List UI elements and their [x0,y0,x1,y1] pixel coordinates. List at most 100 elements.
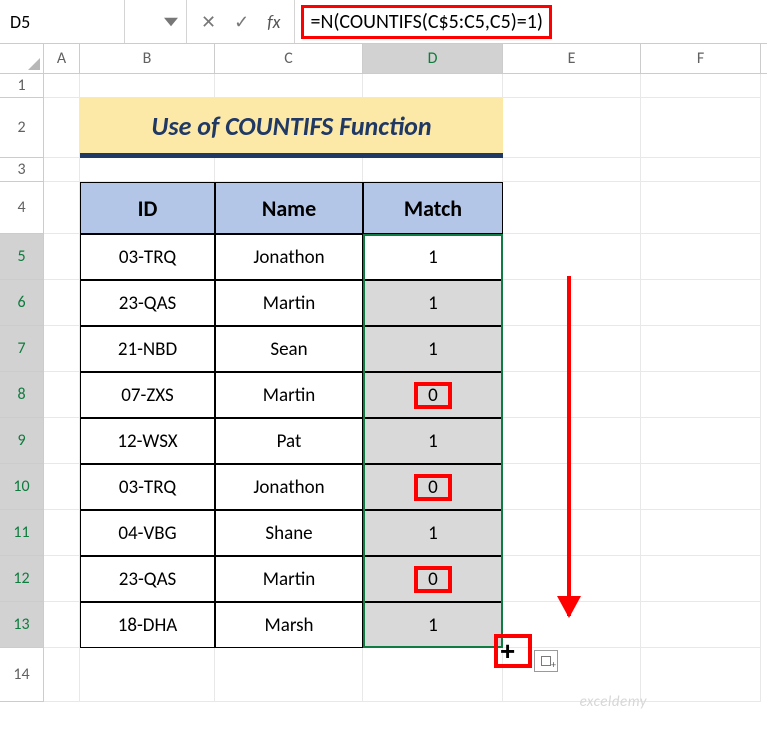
cell-F12[interactable] [641,556,761,602]
insert-function-button[interactable]: fx [267,11,280,33]
header-id[interactable]: ID [80,182,215,234]
cell-F7[interactable] [641,326,761,372]
cell-A5[interactable] [44,234,80,280]
cell-B3[interactable] [80,158,215,182]
cell-F6[interactable] [641,280,761,326]
cell-D12[interactable]: 0 [363,556,503,602]
cancel-formula-button[interactable]: ✕ [201,11,216,33]
cell-C3[interactable] [215,158,363,182]
cell-D10[interactable]: 0 [363,464,503,510]
row-header-11[interactable]: 11 [0,510,44,556]
cell-D11[interactable]: 1 [363,510,503,556]
col-header-D[interactable]: D [363,44,503,73]
cell-B7[interactable]: 21-NBD [80,326,215,372]
cell-F4[interactable] [641,182,761,234]
cell-A3[interactable] [44,158,80,182]
cell-B11[interactable]: 04-VBG [80,510,215,556]
cell-B5[interactable]: 03-TRQ [80,234,215,280]
cell-A12[interactable] [44,556,80,602]
header-match[interactable]: Match [363,182,503,234]
cell-F10[interactable] [641,464,761,510]
cell-D13[interactable]: 1 [363,602,503,648]
cell-E2[interactable] [503,98,641,158]
cell-A4[interactable] [44,182,80,234]
name-box-dropdown[interactable] [125,0,187,43]
cell-A13[interactable] [44,602,80,648]
cell-B14[interactable] [80,648,215,702]
cell-C13[interactable]: Marsh [215,602,363,648]
cell-E11[interactable] [503,510,641,556]
cell-C10[interactable]: Jonathon [215,464,363,510]
row-header-7[interactable]: 7 [0,326,44,372]
col-header-E[interactable]: E [503,44,641,73]
row-header-12[interactable]: 12 [0,556,44,602]
cell-A14[interactable] [44,648,80,702]
cell-F1[interactable] [641,74,761,98]
row-header-4[interactable]: 4 [0,182,44,234]
cell-A9[interactable] [44,418,80,464]
row-header-3[interactable]: 3 [0,158,44,182]
cell-D3[interactable] [363,158,503,182]
cell-B8[interactable]: 07-ZXS [80,372,215,418]
cell-A2[interactable] [44,98,80,158]
row-header-9[interactable]: 9 [0,418,44,464]
autofill-options-button[interactable]: + [534,650,558,672]
cell-F11[interactable] [641,510,761,556]
cell-B1[interactable] [80,74,215,98]
cell-F14[interactable] [641,648,761,702]
cell-B12[interactable]: 23-QAS [80,556,215,602]
cell-C7[interactable]: Sean [215,326,363,372]
cell-E10[interactable] [503,464,641,510]
col-header-C[interactable]: C [215,44,363,73]
cell-F3[interactable] [641,158,761,182]
cell-B10[interactable]: 03-TRQ [80,464,215,510]
cell-D7[interactable]: 1 [363,326,503,372]
cell-C1[interactable] [215,74,363,98]
col-header-B[interactable]: B [80,44,215,73]
cell-A10[interactable] [44,464,80,510]
accept-formula-button[interactable]: ✓ [234,11,249,33]
cell-A1[interactable] [44,74,80,98]
cell-E5[interactable] [503,234,641,280]
cell-C12[interactable]: Martin [215,556,363,602]
cell-C9[interactable]: Pat [215,418,363,464]
cell-E9[interactable] [503,418,641,464]
cell-F8[interactable] [641,372,761,418]
cell-C8[interactable]: Martin [215,372,363,418]
cell-A11[interactable] [44,510,80,556]
cell-D14[interactable] [363,648,503,702]
row-header-1[interactable]: 1 [0,74,44,98]
cell-C11[interactable]: Shane [215,510,363,556]
cell-D8[interactable]: 0 [363,372,503,418]
cell-E8[interactable] [503,372,641,418]
select-all-corner[interactable] [0,44,44,73]
cell-C6[interactable]: Martin [215,280,363,326]
cell-C5[interactable]: Jonathon [215,234,363,280]
cell-F9[interactable] [641,418,761,464]
cell-D9[interactable]: 1 [363,418,503,464]
cell-E3[interactable] [503,158,641,182]
row-header-10[interactable]: 10 [0,464,44,510]
cell-B9[interactable]: 12-WSX [80,418,215,464]
cell-E4[interactable] [503,182,641,234]
row-header-13[interactable]: 13 [0,602,44,648]
cell-E6[interactable] [503,280,641,326]
cell-A8[interactable] [44,372,80,418]
cell-B13[interactable]: 18-DHA [80,602,215,648]
cell-E1[interactable] [503,74,641,98]
cell-D1[interactable] [363,74,503,98]
cell-A7[interactable] [44,326,80,372]
formula-input[interactable]: =N(COUNTIFS(C$5:C5,C5)=1) [301,5,551,39]
cell-F2[interactable] [641,98,761,158]
name-box[interactable]: D5 [0,0,125,43]
row-header-6[interactable]: 6 [0,280,44,326]
col-header-A[interactable]: A [44,44,80,73]
row-header-14[interactable]: 14 [0,648,44,702]
cell-D5[interactable]: 1 [363,234,503,280]
col-header-F[interactable]: F [641,44,761,73]
row-header-2[interactable]: 2 [0,98,44,158]
cell-C14[interactable] [215,648,363,702]
cell-D6[interactable]: 1 [363,280,503,326]
cell-B6[interactable]: 23-QAS [80,280,215,326]
cell-E7[interactable] [503,326,641,372]
